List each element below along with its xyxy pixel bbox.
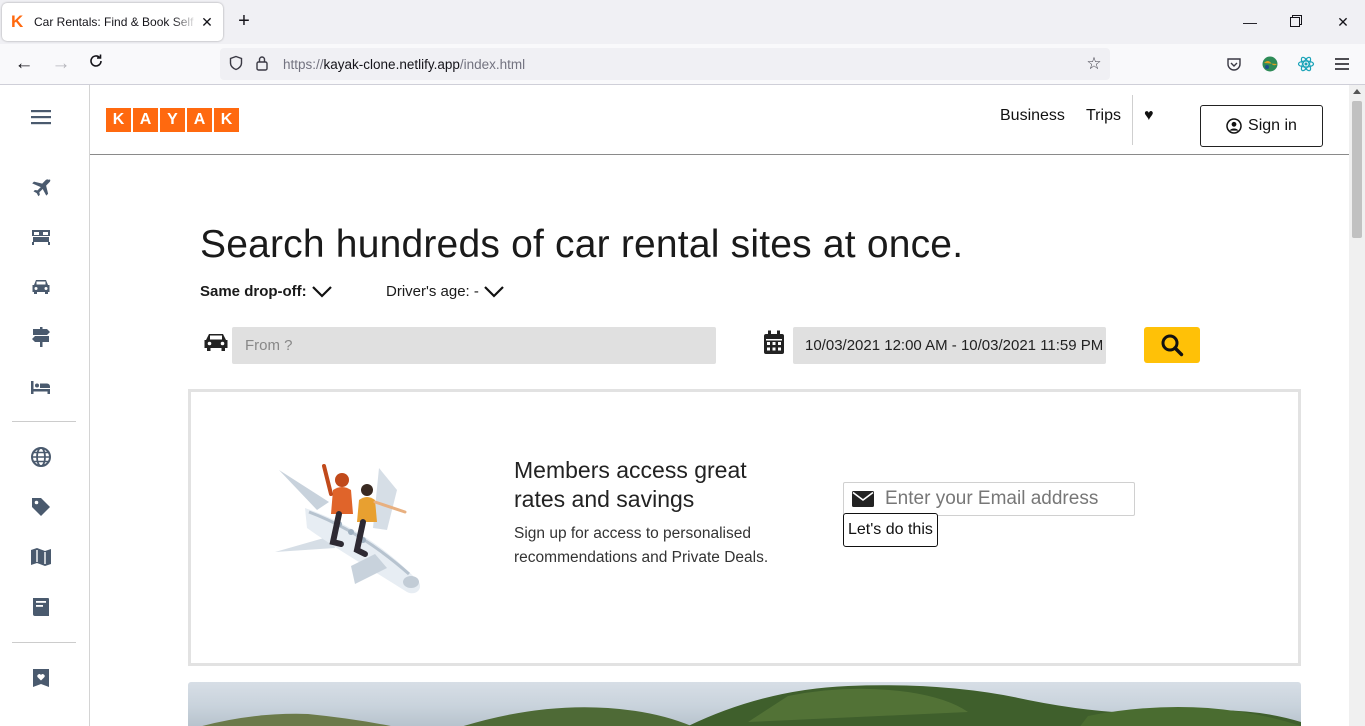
tag-icon[interactable] (29, 495, 53, 519)
logo-letter: Y (160, 108, 185, 132)
logo-letter: K (106, 108, 131, 132)
promo-description: Sign up for access to personalised recom… (514, 525, 769, 566)
navigation-bar: ← → https://kayak-clone.netlify.app/inde… (0, 44, 1365, 85)
plane-icon[interactable] (29, 175, 53, 199)
forward-arrow-icon[interactable]: → (50, 53, 72, 75)
vertical-scrollbar[interactable] (1349, 85, 1365, 726)
bed-icon[interactable] (29, 225, 53, 249)
business-link[interactable]: Business (1000, 107, 1065, 125)
chevron-down-icon (311, 285, 332, 298)
kayak-logo[interactable]: K A Y A K (106, 108, 239, 132)
car-icon[interactable] (29, 275, 53, 299)
reload-icon[interactable] (85, 53, 107, 75)
globe-icon[interactable] (29, 445, 53, 469)
signpost-icon[interactable] (29, 325, 53, 349)
shield-icon[interactable] (227, 55, 245, 73)
heart-card-icon[interactable] (29, 666, 53, 690)
url-path: /index.html (459, 56, 526, 72)
chevron-down-icon (484, 285, 504, 298)
logo-letter: A (187, 108, 212, 132)
drivers-age-label: Driver's age: - (386, 283, 479, 300)
extension-react-icon[interactable] (1296, 54, 1316, 74)
address-bar[interactable]: https://kayak-clone.netlify.app/index.ht… (220, 48, 1110, 80)
lets-do-this-button[interactable]: Let's do this (843, 513, 938, 547)
site-header: K A Y A K Business Trips ♥ Sign in (90, 85, 1349, 155)
search-button[interactable] (1144, 327, 1200, 363)
app-menu-icon[interactable] (1332, 54, 1352, 74)
sign-in-label: Sign in (1248, 117, 1297, 134)
map-icon[interactable] (29, 545, 53, 569)
url-scheme: https:// (283, 56, 324, 72)
scroll-up-arrow-icon[interactable] (1353, 89, 1361, 94)
lock-icon[interactable] (253, 55, 271, 73)
pickup-location-input[interactable] (232, 327, 716, 364)
side-divider (12, 642, 76, 643)
email-input[interactable] (885, 488, 1125, 510)
bookmark-star-icon[interactable]: ☆ (1085, 55, 1103, 73)
side-navigation (0, 85, 90, 726)
heart-icon[interactable]: ♥ (1144, 107, 1154, 125)
url-text[interactable]: https://kayak-clone.netlify.app/index.ht… (283, 57, 525, 72)
travelers-on-plane-illustration (275, 464, 421, 594)
same-dropoff-dropdown[interactable]: Same drop-off: (200, 283, 333, 300)
tab-strip: K Car Rentals: Find & Book Self Drive Ca… (0, 0, 1365, 44)
restore-icon[interactable] (1286, 12, 1306, 32)
hamburger-menu-icon[interactable] (29, 105, 53, 129)
page-viewport: K A Y A K Business Trips ♥ Sign in Searc… (0, 85, 1349, 726)
calendar-icon (764, 330, 784, 354)
hero-image (188, 682, 1301, 726)
hotel-bed-icon[interactable] (29, 375, 53, 399)
tab-title: Car Rentals: Find & Book Self Drive Car … (34, 15, 197, 29)
promo-title: Members access great rates and savings (514, 457, 747, 512)
book-icon[interactable] (29, 595, 53, 619)
browser-tab[interactable]: K Car Rentals: Find & Book Self Drive Ca… (2, 3, 223, 41)
close-tab-icon[interactable]: ✕ (199, 14, 215, 30)
scrollbar-thumb[interactable] (1352, 101, 1362, 238)
close-window-icon[interactable]: ✕ (1333, 12, 1353, 32)
logo-letter: K (214, 108, 239, 132)
header-divider (1132, 95, 1133, 145)
url-host: kayak-clone.netlify.app (323, 56, 460, 72)
page-headline: Search hundreds of car rental sites at o… (200, 223, 964, 266)
drivers-age-dropdown[interactable]: Driver's age: - (386, 283, 505, 300)
envelope-icon (852, 491, 874, 507)
kayak-favicon-icon: K (11, 12, 24, 31)
car-icon (204, 334, 228, 351)
minimize-icon[interactable]: — (1240, 12, 1260, 32)
date-range-input[interactable] (793, 327, 1106, 364)
members-promo-card: Members access great rates and savings S… (188, 389, 1301, 666)
email-field[interactable] (843, 482, 1135, 516)
sign-in-button[interactable]: Sign in (1200, 105, 1323, 147)
logo-letter: A (133, 108, 158, 132)
trips-link[interactable]: Trips (1086, 107, 1121, 125)
search-icon (1161, 334, 1184, 357)
same-dropoff-label: Same drop-off: (200, 283, 307, 300)
pocket-icon[interactable] (1224, 54, 1244, 74)
browser-window: K Car Rentals: Find & Book Self Drive Ca… (0, 0, 1365, 726)
side-divider (12, 421, 76, 422)
user-circle-icon (1226, 118, 1242, 134)
new-tab-icon[interactable]: + (234, 11, 254, 31)
back-arrow-icon[interactable]: ← (13, 53, 35, 75)
extension-globe-icon[interactable] (1260, 54, 1280, 74)
mountain-landscape-image (202, 685, 1301, 726)
